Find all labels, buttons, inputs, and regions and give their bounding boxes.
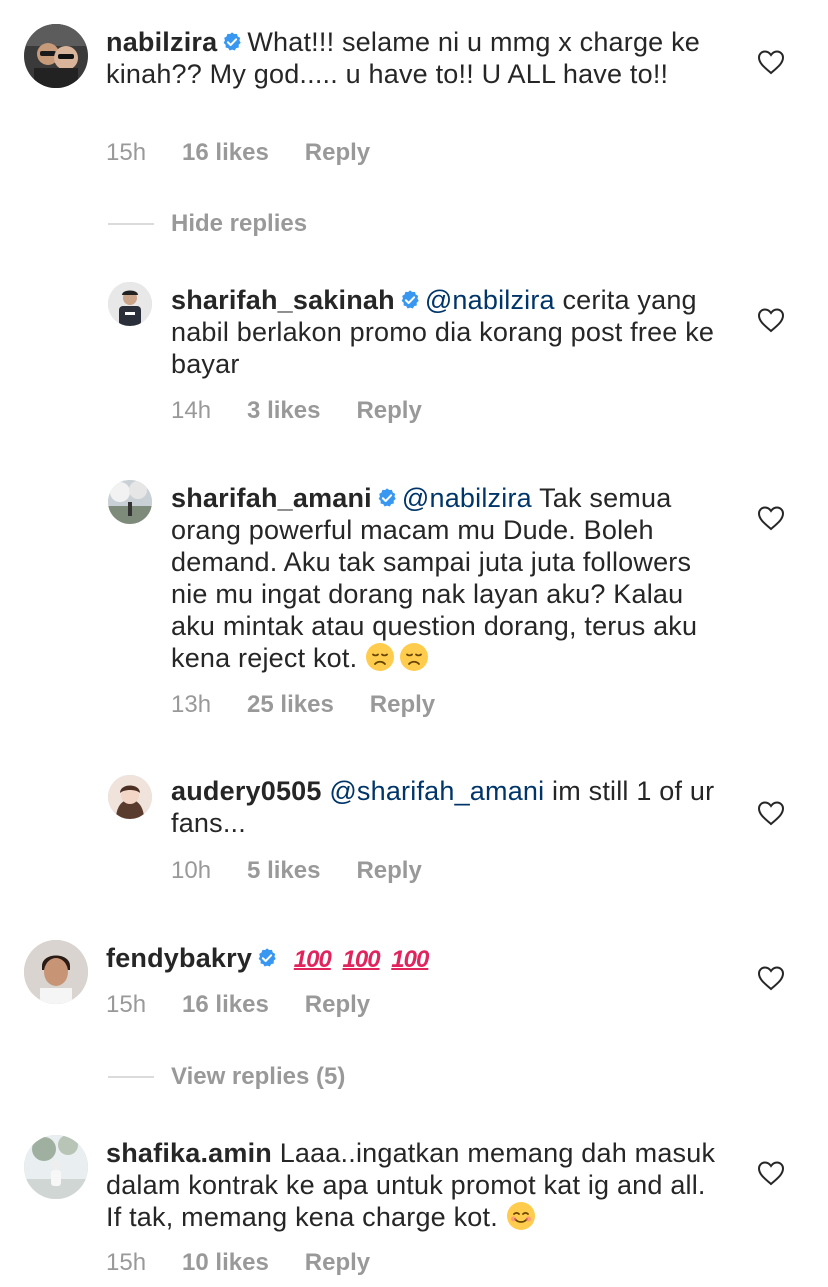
comment-meta: 13h 25 likes Reply — [171, 691, 435, 719]
reply-button[interactable]: Reply — [356, 397, 421, 425]
comment-meta: 14h 3 likes Reply — [171, 397, 422, 425]
comment-text: shafika.amin Laaa..ingatkan memang dah m… — [106, 1138, 716, 1232]
like-heart-icon[interactable] — [757, 49, 785, 75]
username[interactable]: nabilzira — [106, 27, 217, 57]
timestamp: 10h — [171, 857, 212, 884]
verified-badge-icon — [376, 487, 398, 509]
avatar[interactable] — [24, 1135, 88, 1199]
mention-link[interactable]: @nabilzira — [425, 285, 555, 315]
mention-link[interactable]: @sharifah_amani — [329, 776, 544, 806]
likes-count[interactable]: 25 likes — [247, 691, 334, 719]
verified-badge-icon — [399, 289, 421, 311]
hide-replies-button[interactable]: Hide replies — [108, 210, 307, 238]
reply-button[interactable]: Reply — [305, 139, 370, 167]
reply-text: sharifah_amani @nabilzira Tak semua orang… — [171, 483, 698, 673]
thread-divider — [108, 1076, 154, 1078]
thread-divider — [108, 223, 154, 225]
avatar[interactable] — [108, 480, 152, 524]
reply-button[interactable]: Reply — [305, 991, 370, 1019]
mention-link[interactable]: @nabilzira — [402, 483, 532, 513]
likes-count[interactable]: 16 likes — [182, 991, 269, 1019]
like-heart-icon[interactable] — [757, 505, 785, 531]
hundred-points-icon: 100 — [293, 946, 332, 973]
username[interactable]: shafika.amin — [106, 1138, 272, 1168]
avatar[interactable] — [24, 24, 88, 88]
likes-count[interactable]: 10 likes — [182, 1249, 269, 1277]
like-heart-icon[interactable] — [757, 1160, 785, 1186]
hundred-points-icon: 100 — [342, 946, 381, 973]
reply-text: audery0505 @sharifah_amani im still 1 of… — [171, 776, 715, 838]
timestamp: 15h — [106, 1249, 147, 1276]
username[interactable]: sharifah_amani — [171, 483, 372, 513]
comment-text: fendybakry 100 100 100 — [106, 942, 726, 976]
timestamp: 13h — [171, 691, 212, 718]
like-heart-icon[interactable] — [757, 800, 785, 826]
smiling-face-icon — [506, 1201, 536, 1231]
disappointed-face-icon — [399, 642, 429, 672]
username[interactable]: fendybakry — [106, 943, 252, 973]
verified-badge-icon — [256, 947, 278, 969]
comment-meta: 15h 10 likes Reply — [106, 1249, 370, 1277]
timestamp: 14h — [171, 397, 212, 424]
username[interactable]: sharifah_sakinah — [171, 285, 395, 315]
likes-count[interactable]: 3 likes — [247, 397, 320, 425]
comment-meta: 15h 16 likes Reply — [106, 991, 370, 1019]
username[interactable]: audery0505 — [171, 776, 322, 806]
like-heart-icon[interactable] — [757, 965, 785, 991]
avatar[interactable] — [108, 775, 152, 819]
likes-count[interactable]: 16 likes — [182, 139, 269, 167]
like-heart-icon[interactable] — [757, 307, 785, 333]
hundred-points-icon: 100 — [391, 946, 429, 973]
likes-count[interactable]: 5 likes — [247, 857, 320, 885]
timestamp: 15h — [106, 991, 147, 1018]
comment-meta: 10h 5 likes Reply — [171, 857, 422, 885]
avatar[interactable] — [108, 282, 152, 326]
reply-text: sharifah_sakinah @nabilzira cerita yang n… — [171, 285, 715, 379]
comment-text: nabilzira What!!! selame ni u mmg x charg… — [106, 27, 701, 89]
disappointed-face-icon — [365, 642, 395, 672]
verified-badge-icon — [221, 31, 243, 53]
reply-button[interactable]: Reply — [370, 691, 435, 719]
timestamp: 15h — [106, 139, 147, 166]
avatar[interactable] — [24, 940, 88, 1004]
reply-button[interactable]: Reply — [305, 1249, 370, 1277]
comment-meta: 15h 16 likes Reply — [106, 139, 370, 167]
view-replies-button[interactable]: View replies (5) — [108, 1063, 345, 1091]
reply-button[interactable]: Reply — [356, 857, 421, 885]
